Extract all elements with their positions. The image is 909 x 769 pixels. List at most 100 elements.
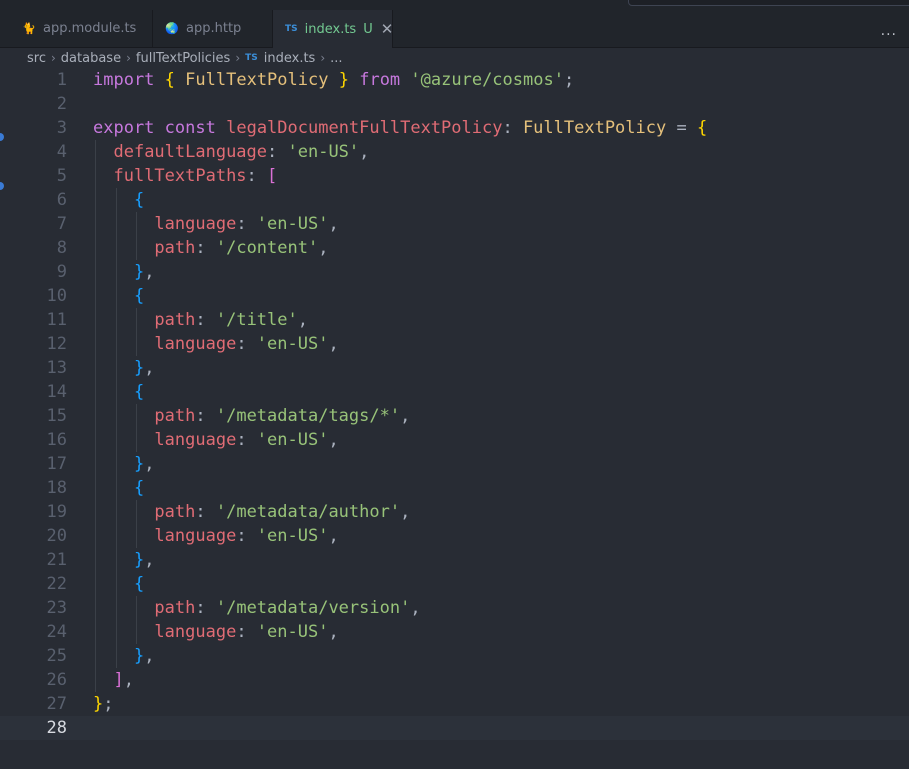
code-token: : (195, 598, 216, 618)
breadcrumb-database[interactable]: database (61, 51, 121, 66)
code-line[interactable]: 9 }, (0, 260, 909, 284)
tab-app-http[interactable]: 🌏 app.http (153, 10, 273, 47)
indent-guide (136, 500, 138, 548)
chevron-right-icon: › (320, 51, 326, 65)
code-editor[interactable]: 1 import { FullTextPolicy } from '@azure/… (0, 68, 909, 769)
line-number: 19 (46, 502, 67, 522)
breadcrumb-fulltextpolicies[interactable]: fullTextPolicies (136, 51, 230, 66)
code-line[interactable]: 1 import { FullTextPolicy } from '@azure/… (0, 68, 909, 92)
code-line[interactable]: 22 { (0, 572, 909, 596)
code-token: 'en-US' (256, 622, 329, 642)
indent-guide (136, 404, 138, 452)
code-token: '/metadata/version' (215, 598, 411, 618)
code-line[interactable]: 13 }, (0, 356, 909, 380)
code-line[interactable]: 2 (0, 92, 909, 116)
code-token: path (154, 406, 196, 426)
code-token: { (696, 118, 708, 138)
code-line[interactable]: 25 }, (0, 644, 909, 668)
code-line[interactable]: 21 }, (0, 548, 909, 572)
code-token: } (93, 694, 104, 714)
code-line[interactable]: 27}; (0, 692, 909, 716)
code-token: import (93, 70, 155, 90)
code-text: }; (93, 692, 114, 716)
line-number: 23 (46, 598, 67, 618)
code-line[interactable]: 5 fullTextPaths: [ (0, 164, 909, 188)
code-token: language (154, 214, 237, 234)
code-token: , (328, 526, 339, 546)
code-text: path: '/metadata/version', (93, 596, 420, 620)
command-center[interactable] (628, 0, 909, 6)
code-token: , (144, 262, 155, 282)
code-token: , (144, 358, 155, 378)
code-token: : (236, 214, 257, 234)
code-token: path (154, 238, 196, 258)
code-token: language (154, 334, 237, 354)
chevron-right-icon: › (50, 51, 56, 65)
code-line[interactable]: 18 { (0, 476, 909, 500)
line-number: 8 (56, 238, 67, 258)
code-token: '/title' (215, 310, 298, 330)
code-text: { (93, 188, 144, 212)
code-text: import { FullTextPolicy } from '@azure/c… (93, 68, 574, 92)
breadcrumb-file[interactable]: index.ts (264, 51, 316, 66)
indent-guide (136, 308, 138, 356)
code-line[interactable]: 10 { (0, 284, 909, 308)
code-token: , (328, 622, 339, 642)
code-token: { (133, 382, 145, 402)
line-number: 15 (46, 406, 67, 426)
chevron-right-icon: › (235, 51, 241, 65)
code-token: : (267, 142, 288, 162)
code-token: legalDocumentFullTextPolicy (226, 118, 503, 138)
code-line[interactable]: 3 export const legalDocumentFullTextPolic… (0, 116, 909, 140)
code-token: : (502, 118, 523, 138)
code-text: }, (93, 452, 155, 476)
code-text: { (93, 284, 144, 308)
code-line[interactable]: 26 ], (0, 668, 909, 692)
code-token: [ (267, 166, 278, 186)
code-line[interactable]: 28 (0, 716, 909, 740)
code-token: 'en-US' (256, 526, 329, 546)
tab-index-ts[interactable]: TS index.ts U ✕ (273, 10, 393, 48)
code-token: { (133, 286, 145, 306)
tab-app-module[interactable]: 🐈 app.module.ts (0, 10, 153, 47)
nest-icon: 🐈 (22, 22, 36, 35)
code-line[interactable]: 17 }, (0, 452, 909, 476)
close-icon[interactable]: ✕ (381, 20, 394, 38)
code-token: : (246, 166, 268, 186)
breadcrumb-symbol[interactable]: ... (330, 51, 342, 66)
code-line[interactable]: 14 { (0, 380, 909, 404)
code-token: { (133, 574, 145, 594)
code-token: { (133, 190, 145, 210)
code-text: language: 'en-US', (93, 524, 339, 548)
code-line[interactable]: 6 { (0, 188, 909, 212)
code-token: 'en-US' (256, 334, 329, 354)
code-token: } (133, 646, 145, 666)
code-text: ], (93, 668, 134, 692)
code-token: : (236, 526, 257, 546)
line-number: 9 (56, 262, 67, 282)
code-token: '@azure/cosmos' (410, 70, 564, 90)
breadcrumb-src[interactable]: src (27, 51, 46, 66)
tab-label: index.ts (304, 21, 357, 37)
code-token: , (123, 670, 134, 690)
more-actions-icon[interactable]: ··· (881, 27, 897, 43)
code-token: language (154, 526, 237, 546)
code-token: path (154, 502, 196, 522)
code-line[interactable]: 4 defaultLanguage: 'en-US', (0, 140, 909, 164)
